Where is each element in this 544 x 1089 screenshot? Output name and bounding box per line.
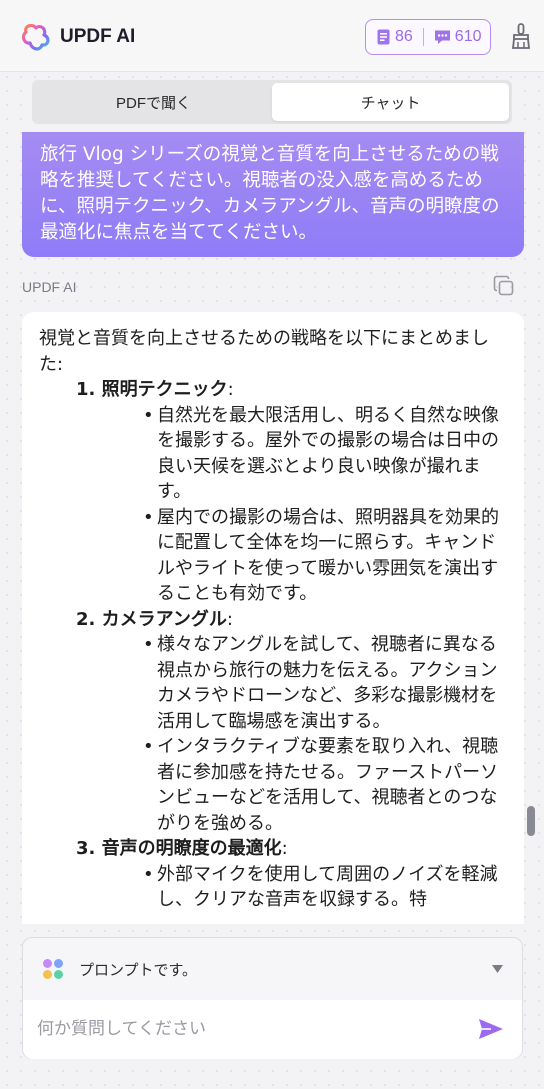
input-panel: プロンプトです。 [22,937,523,1059]
chat-scrollbar-thumb[interactable] [527,806,535,836]
chevron-down-icon[interactable] [492,965,503,973]
section-colon: : [227,379,234,400]
list-item: 自然光を最大限活用し、明るく自然な映像を撮影する。屋外での撮影の場合は日中の良い… [143,403,504,505]
ai-sender-label: UPDF AI [22,279,77,295]
chat-credit-icon [434,30,450,44]
section-title-camera: 2. カメラアングル: [39,607,504,633]
audio-bullets: 外部マイクを使用して周囲のノイズを軽減し、クリアな音声を収録する。特 [39,862,504,913]
send-icon[interactable] [478,1018,504,1040]
prompt-apps-icon [43,959,63,979]
question-input[interactable] [37,1014,457,1044]
copy-icon[interactable] [493,275,515,297]
camera-bullets: 様々なアングルを試して、視聴者に異なる視点から旅行の魅力を伝える。アクションカメ… [39,632,504,836]
lighting-bullets: 自然光を最大限活用し、明るく自然な映像を撮影する。屋外での撮影の場合は日中の良い… [39,403,504,607]
user-message-bubble: 旅行 Vlog シリーズの視覚と音質を向上させるための戦略を推奨してください。視… [22,132,524,257]
document-credit-count: 86 [395,28,413,45]
credits-divider [422,28,424,46]
mode-tabs: PDFで聞く チャット [32,80,512,124]
section-title-text: 1. 照明テクニック [76,379,228,400]
section-title-lighting: 1. 照明テクニック: [39,377,504,403]
clear-chat-broom-icon[interactable] [510,22,532,50]
section-title-text: 3. 音声の明瞭度の最適化 [76,838,282,859]
ai-response-card: 視覚と音質を向上させるための戦略を以下にまとめました: 1. 照明テクニック: … [22,312,524,924]
prompt-selector[interactable]: プロンプトです。 [23,938,522,1000]
chat-credit-count: 610 [454,28,482,45]
list-item: 様々なアングルを試して、視聴者に異なる視点から旅行の魅力を伝える。アクションカメ… [143,632,504,734]
prompt-label: プロンプトです。 [79,961,198,979]
document-credit-icon [377,29,390,45]
list-item: 屋内での撮影の場合は、照明器具を効果的に配置して全体を均一に照らす。キャンドルや… [143,505,504,607]
section-title-text: 2. カメラアングル [76,608,227,630]
app-title: UPDF AI [60,26,136,47]
list-item: 外部マイクを使用して周囲のノイズを軽減し、クリアな音声を収録する。特 [143,862,504,913]
section-colon: : [281,838,288,859]
tab-chat[interactable]: チャット [272,83,509,121]
section-title-audio: 3. 音声の明瞭度の最適化: [39,836,504,862]
question-input-box [23,1000,522,1059]
tab-ask-pdf[interactable]: PDFで聞く [35,83,272,121]
section-colon: : [226,608,233,630]
credits-badge[interactable]: 86 610 [365,19,491,55]
list-item: インタラクティブな要素を取り入れ、視聴者に参加感を持たせる。ファーストパーソンビ… [143,734,504,836]
updf-logo-icon [22,24,50,51]
app-header: UPDF AI 86 610 [0,0,544,72]
ai-response-intro: 視覚と音質を向上させるための戦略を以下にまとめました: [39,328,489,375]
